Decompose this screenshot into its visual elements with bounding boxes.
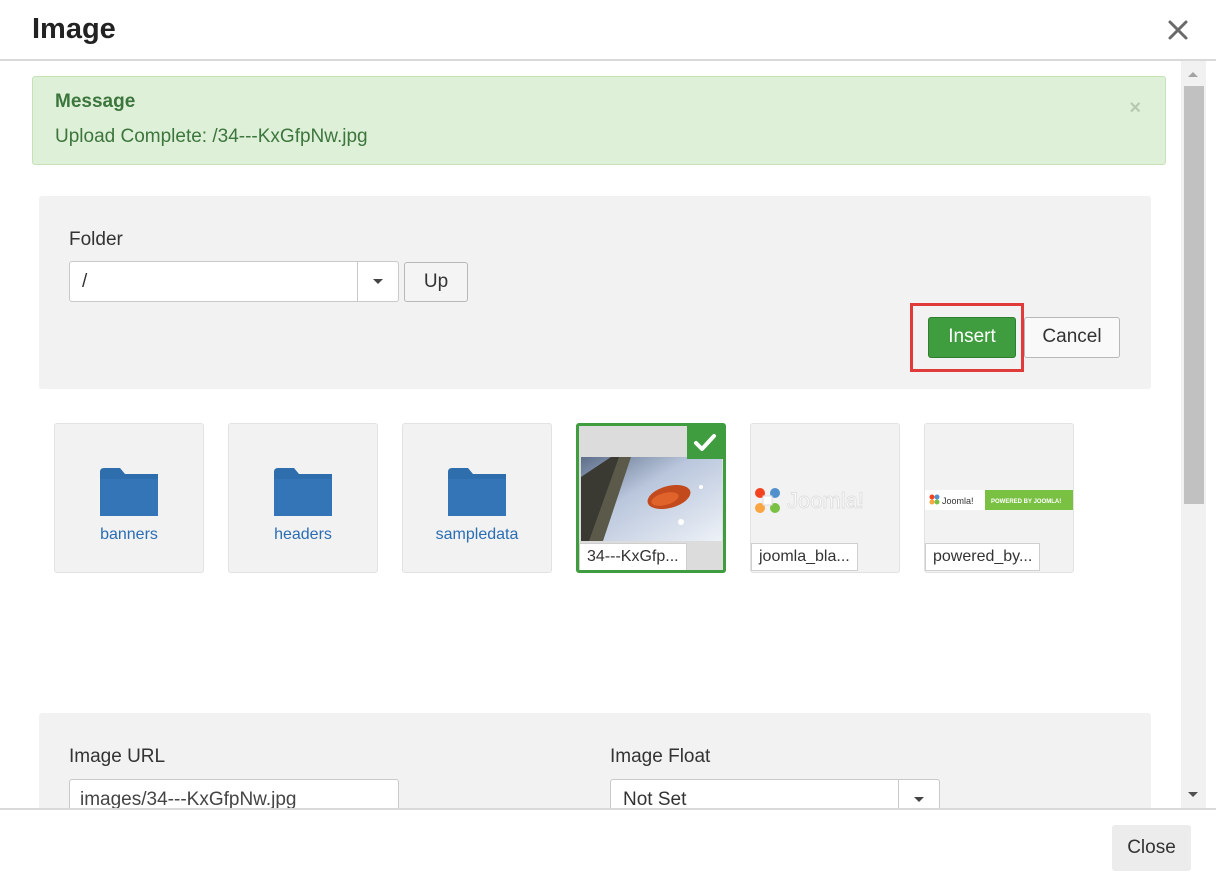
image-float-select[interactable]: Not Set [610, 779, 940, 808]
powered-by-banner: Joomla! POWERED BY JOOMLA! [925, 490, 1073, 510]
folder-item-sampledata[interactable]: sampledata [402, 423, 552, 573]
alert-close-button[interactable]: × [1129, 97, 1141, 120]
image-item-34-kxgfpnw[interactable]: 34---KxGfp... [576, 423, 726, 573]
folder-icon [100, 468, 158, 516]
svg-text:Joomla!: Joomla! [787, 488, 864, 513]
cancel-button[interactable]: Cancel [1024, 317, 1120, 358]
svg-text:POWERED BY JOOMLA!: POWERED BY JOOMLA! [991, 499, 1061, 505]
folder-name: headers [274, 526, 332, 543]
alert-text: Upload Complete: /34---KxGfpNw.jpg [55, 126, 368, 147]
folder-icon [448, 468, 506, 516]
image-name: 34---KxGfp... [579, 543, 687, 570]
close-button[interactable]: Close [1112, 825, 1191, 871]
image-url-label: Image URL [69, 746, 166, 767]
check-icon [687, 426, 723, 459]
joomla-logo: Joomla! [751, 484, 899, 516]
close-icon[interactable] [1164, 14, 1192, 44]
image-float-label: Image Float [610, 746, 711, 767]
alert-message: Message Upload Complete: /34---KxGfpNw.j… [32, 76, 1166, 165]
scroll-up-arrow-icon[interactable] [1188, 72, 1198, 77]
image-item-joomla-black[interactable]: Joomla! joomla_bla... [750, 423, 900, 573]
folder-name: sampledata [435, 526, 519, 543]
image-url-input[interactable]: images/34---KxGfpNw.jpg [69, 779, 399, 808]
image-item-powered-by[interactable]: Joomla! POWERED BY JOOMLA! powered_by... [924, 423, 1074, 573]
folder-item-headers[interactable]: headers [228, 423, 378, 573]
insert-button[interactable]: Insert [928, 317, 1016, 358]
up-button[interactable]: Up [404, 262, 468, 302]
vertical-scrollbar[interactable] [1181, 61, 1206, 808]
modal-header: Image [0, 0, 1216, 61]
scrollbar-thumb[interactable] [1184, 86, 1204, 504]
image-properties-panel: Image URL images/34---KxGfpNw.jpg Image … [39, 713, 1151, 808]
folder-name: banners [100, 526, 158, 543]
svg-text:Joomla!: Joomla! [942, 496, 974, 506]
image-preview [581, 457, 722, 541]
chevron-down-icon[interactable] [357, 262, 398, 301]
chevron-down-icon[interactable] [898, 780, 939, 808]
folder-item-banners[interactable]: banners [54, 423, 204, 573]
image-name: joomla_bla... [751, 543, 858, 571]
modal-title: Image [32, 13, 116, 45]
folder-select[interactable]: / [69, 261, 399, 302]
folder-select-value: / [82, 271, 88, 292]
image-name: powered_by... [925, 543, 1041, 571]
image-url-value: images/34---KxGfpNw.jpg [80, 789, 297, 808]
modal-body: Message Upload Complete: /34---KxGfpNw.j… [10, 61, 1206, 808]
modal-footer: Close [0, 808, 1216, 893]
folder-icon [274, 468, 332, 516]
scroll-down-arrow-icon[interactable] [1188, 792, 1198, 797]
alert-heading: Message [55, 91, 136, 112]
folder-panel: Folder / Up Insert Cancel [39, 196, 1151, 389]
image-float-value: Not Set [623, 789, 687, 808]
folder-label: Folder [69, 229, 123, 250]
